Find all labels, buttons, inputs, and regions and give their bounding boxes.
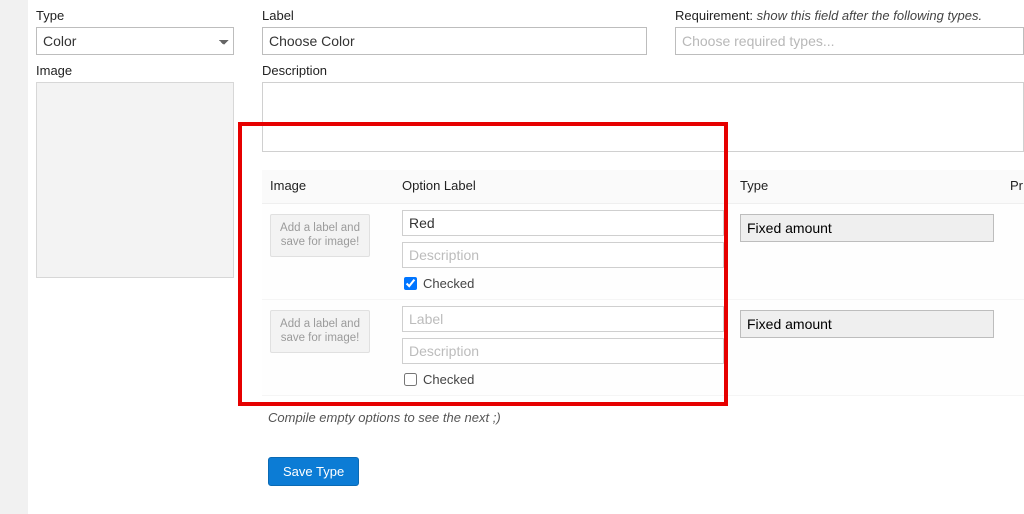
option-checked-label: Checked xyxy=(423,372,474,387)
requirement-label: Requirement: show this field after the f… xyxy=(675,8,1024,23)
add-image-button[interactable]: Add a label and save for image! xyxy=(270,310,370,353)
option-checked-row[interactable]: Checked xyxy=(402,370,724,395)
option-checked-label: Checked xyxy=(423,276,474,291)
add-image-button[interactable]: Add a label and save for image! xyxy=(270,214,370,257)
option-type-select[interactable]: Fixed amount xyxy=(740,214,994,242)
options-header-label: Option Label xyxy=(394,170,732,204)
option-checked-checkbox[interactable] xyxy=(404,373,417,386)
option-row: Add a label and save for image! Checked xyxy=(262,300,1024,396)
option-checked-checkbox[interactable] xyxy=(404,277,417,290)
description-textarea[interactable] xyxy=(262,82,1024,152)
option-type-select[interactable]: Fixed amount xyxy=(740,310,994,338)
label-input[interactable] xyxy=(262,27,647,55)
image-placeholder[interactable] xyxy=(36,82,234,278)
image-label: Image xyxy=(36,63,234,78)
type-label: Type xyxy=(36,8,234,23)
options-header-type: Type xyxy=(732,170,1002,204)
option-desc-input[interactable] xyxy=(402,338,724,364)
option-checked-row[interactable]: Checked xyxy=(402,274,724,299)
option-label-input[interactable] xyxy=(402,306,724,332)
option-desc-input[interactable] xyxy=(402,242,724,268)
label-label: Label xyxy=(262,8,647,23)
options-header-image: Image xyxy=(262,170,394,204)
type-select[interactable]: Color xyxy=(36,27,234,55)
options-hint: Compile empty options to see the next ;) xyxy=(268,410,1024,425)
options-header-price: Pr xyxy=(1002,170,1024,204)
requirement-input[interactable] xyxy=(675,27,1024,55)
save-type-button[interactable]: Save Type xyxy=(268,457,359,486)
description-label: Description xyxy=(262,63,1024,78)
option-row: Add a label and save for image! Checked xyxy=(262,204,1024,300)
option-label-input[interactable] xyxy=(402,210,724,236)
